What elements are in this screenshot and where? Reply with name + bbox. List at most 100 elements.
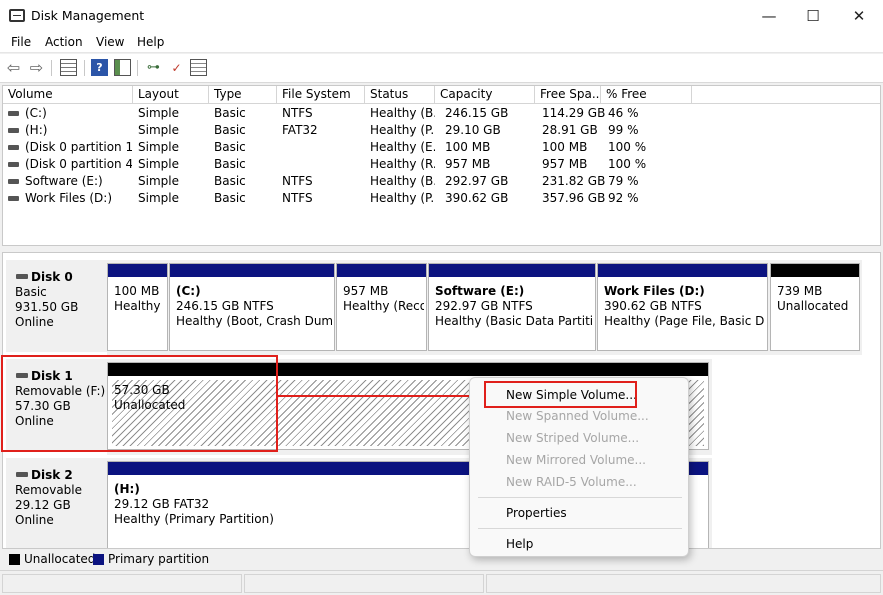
percent-free-cell: 79 % xyxy=(608,174,639,188)
column-header-status[interactable]: Status xyxy=(365,86,435,104)
partition-size: 739 MB xyxy=(777,284,823,298)
status-cell xyxy=(244,574,484,593)
table-row[interactable]: Software (E:) Simple Basic NTFS Healthy … xyxy=(3,173,880,190)
capacity-cell: 292.97 GB xyxy=(445,174,509,188)
disk-size: 29.12 GB xyxy=(15,498,71,512)
drive-icon xyxy=(8,128,19,133)
primary-partition-bar xyxy=(429,264,595,277)
toolbar-separator xyxy=(84,60,85,76)
help-icon[interactable]: ? xyxy=(91,59,108,76)
partition-block[interactable]: 739 MB Unallocated xyxy=(770,263,860,351)
column-header-free-space[interactable]: Free Spa... xyxy=(535,86,601,104)
table-row[interactable]: (C:) Simple Basic NTFS Healthy (B... 246… xyxy=(3,105,880,122)
primary-partition-bar xyxy=(170,264,334,277)
partition-block[interactable]: 957 MB Healthy (Reco xyxy=(336,263,427,351)
table-row[interactable]: (Disk 0 partition 1) Simple Basic Health… xyxy=(3,139,880,156)
table-row[interactable]: Work Files (D:) Simple Basic NTFS Health… xyxy=(3,190,880,207)
column-header-file-system[interactable]: File System xyxy=(277,86,365,104)
partition-block[interactable]: 100 MB Healthy ( xyxy=(107,263,168,351)
legend-unallocated: Unallocated xyxy=(24,552,96,566)
drive-icon xyxy=(8,145,19,150)
status-cell: Healthy (B... xyxy=(370,106,435,120)
type-cell: Basic xyxy=(214,123,246,137)
connect-icon[interactable]: ⊶ xyxy=(145,59,162,76)
list-view-icon[interactable] xyxy=(190,59,207,76)
volume-cell: (Disk 0 partition 1) xyxy=(25,140,132,154)
partition-block[interactable]: Software (E:) 292.97 GB NTFS Healthy (Ba… xyxy=(428,263,596,351)
minimize-button[interactable]: — xyxy=(746,0,792,32)
partition-block[interactable]: (C:) 246.15 GB NTFS Healthy (Boot, Crash… xyxy=(169,263,335,351)
menu-view[interactable]: View xyxy=(96,35,124,49)
menu-new-mirrored-volume[interactable]: New Mirrored Volume... xyxy=(506,453,646,467)
table-row[interactable]: (H:) Simple Basic FAT32 Healthy (P... 29… xyxy=(3,122,880,139)
maximize-button[interactable]: ☐ xyxy=(790,0,836,32)
file-system-cell: NTFS xyxy=(282,106,313,120)
column-header-percent-free[interactable]: % Free xyxy=(601,86,692,104)
drive-icon xyxy=(8,162,19,167)
partition-status: Unallocated xyxy=(777,299,849,313)
capacity-cell: 100 MB xyxy=(445,140,491,154)
status-bar xyxy=(0,570,883,595)
free-space-cell: 957 MB xyxy=(542,157,588,171)
column-header-volume[interactable]: Volume xyxy=(3,86,133,104)
panel-icon[interactable] xyxy=(114,59,131,76)
partition-status: Healthy (Basic Data Partition) xyxy=(435,314,593,328)
window-title: Disk Management xyxy=(31,8,145,23)
layout-cell: Simple xyxy=(138,191,179,205)
partition-size: 246.15 GB NTFS xyxy=(176,299,274,313)
type-cell: Basic xyxy=(214,157,246,171)
check-icon[interactable]: ✓ xyxy=(168,59,185,76)
back-arrow-icon[interactable]: ⇦ xyxy=(5,58,22,77)
menu-new-striped-volume[interactable]: New Striped Volume... xyxy=(506,431,639,445)
drive-icon xyxy=(8,196,19,201)
disk-name: Disk 0 xyxy=(15,270,107,285)
column-header-layout[interactable]: Layout xyxy=(133,86,209,104)
legend-primary-partition: Primary partition xyxy=(108,552,210,566)
primary-partition-bar xyxy=(598,264,767,277)
type-cell: Basic xyxy=(214,174,246,188)
partition-status: Healthy (Page File, Basic Data xyxy=(604,314,765,328)
free-space-cell: 28.91 GB xyxy=(542,123,598,137)
highlight-disk-1 xyxy=(1,355,278,452)
unallocated-bar xyxy=(771,264,859,277)
disk-0-label[interactable]: Disk 0 Basic 931.50 GB Online xyxy=(6,260,107,352)
disk-2-label[interactable]: Disk 2 Removable 29.12 GB Online xyxy=(6,458,107,548)
file-system-cell: FAT32 xyxy=(282,123,318,137)
partition-status: Healthy ( xyxy=(114,299,165,313)
disk-type: Removable xyxy=(15,483,83,497)
menu-help-item[interactable]: Help xyxy=(506,537,533,551)
type-cell: Basic xyxy=(214,140,246,154)
highlight-new-simple-volume xyxy=(484,381,637,408)
volume-list: Volume Layout Type File System Status Ca… xyxy=(2,85,881,246)
capacity-cell: 957 MB xyxy=(445,157,491,171)
partition-block[interactable]: Work Files (D:) 390.62 GB NTFS Healthy (… xyxy=(597,263,768,351)
table-row[interactable]: (Disk 0 partition 4) Simple Basic Health… xyxy=(3,156,880,173)
column-header-type[interactable]: Type xyxy=(209,86,277,104)
highlight-arrow xyxy=(278,395,478,397)
partition-status: Healthy (Boot, Crash Dump, xyxy=(176,314,332,328)
title-bar: Disk Management — ☐ ✕ xyxy=(0,0,883,32)
percent-free-cell: 46 % xyxy=(608,106,639,120)
menu-help[interactable]: Help xyxy=(137,35,164,49)
menu-file[interactable]: File xyxy=(11,35,31,49)
forward-arrow-icon[interactable]: ⇨ xyxy=(28,58,45,77)
primary-partition-swatch xyxy=(93,554,104,565)
menu-action[interactable]: Action xyxy=(45,35,83,49)
volume-cell: Software (E:) xyxy=(25,174,103,188)
legend: Unallocated Primary partition xyxy=(2,549,881,569)
capacity-cell: 29.10 GB xyxy=(445,123,501,137)
menu-new-raid5-volume[interactable]: New RAID-5 Volume... xyxy=(506,475,637,489)
drive-icon xyxy=(8,179,19,184)
grid-view-icon[interactable] xyxy=(60,59,77,76)
column-header-capacity[interactable]: Capacity xyxy=(435,86,535,104)
menu-properties[interactable]: Properties xyxy=(506,506,567,520)
layout-cell: Simple xyxy=(138,174,179,188)
partition-status: Healthy (Reco xyxy=(343,299,424,313)
free-space-cell: 357.96 GB xyxy=(542,191,606,205)
file-system-cell xyxy=(277,156,282,173)
menu-new-spanned-volume[interactable]: New Spanned Volume... xyxy=(506,409,649,423)
status-cell: Healthy (P... xyxy=(370,123,435,137)
layout-cell: Simple xyxy=(138,140,179,154)
free-space-cell: 231.82 GB xyxy=(542,174,606,188)
close-button[interactable]: ✕ xyxy=(836,0,882,32)
